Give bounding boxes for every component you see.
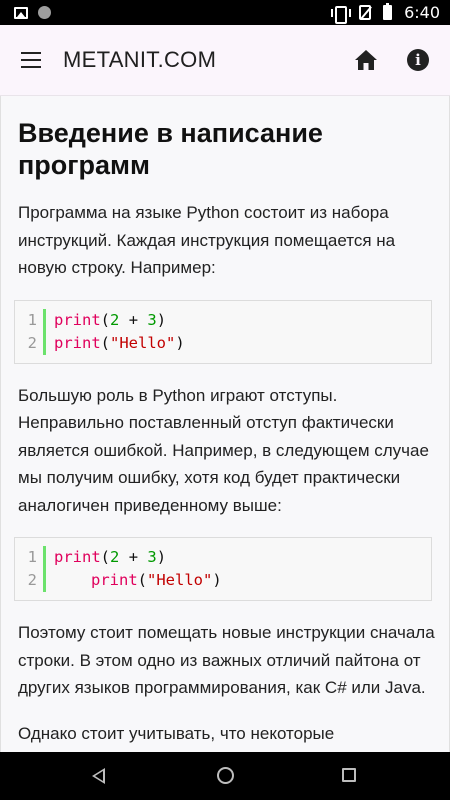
code-operator: + xyxy=(119,548,148,566)
line-number: 2 xyxy=(27,571,37,589)
code-line: 2 print("Hello") xyxy=(15,569,431,592)
code-number: 3 xyxy=(147,548,157,566)
paragraph-conclusion: Поэтому стоит помещать новые инструкции … xyxy=(18,623,435,697)
status-left xyxy=(14,6,51,19)
paragraph-indent: Большую роль в Python играют отступы. Не… xyxy=(18,385,429,515)
recent-apps-icon[interactable] xyxy=(342,768,356,782)
status-bar: 6:40 xyxy=(0,0,450,25)
no-sim-icon xyxy=(359,5,372,20)
paragraph-intro: Программа на языке Python состоит из наб… xyxy=(18,203,396,277)
page-title: Введение в написание программ xyxy=(18,118,323,180)
code-paren: ( xyxy=(100,548,111,566)
code-operator: + xyxy=(119,310,148,329)
code-line: 1 print(2 + 3) xyxy=(15,546,431,569)
content-scroll-area[interactable]: Введение в написание программ Программа … xyxy=(0,96,450,752)
gutter-bar xyxy=(43,569,46,592)
code-number: 2 xyxy=(110,310,120,329)
code-paren: ) xyxy=(212,571,222,589)
code-block-2: 1 print(2 + 3) 2 print("Hello") xyxy=(14,537,432,601)
code-keyword: print xyxy=(54,333,101,352)
code-paren: ) xyxy=(156,310,167,329)
home-circle-icon[interactable] xyxy=(217,767,234,784)
gutter-bar xyxy=(43,546,46,569)
battery-charging-icon xyxy=(383,3,393,20)
code-string: "Hello" xyxy=(147,571,213,589)
code-keyword: print xyxy=(54,310,101,329)
back-icon[interactable] xyxy=(92,768,105,784)
line-number: 1 xyxy=(27,548,37,566)
line-number: 2 xyxy=(27,333,37,352)
status-right: 6:40 xyxy=(331,3,440,24)
code-string: "Hello" xyxy=(110,333,176,352)
gutter-bar xyxy=(43,308,46,332)
gutter-bar xyxy=(43,331,46,355)
image-notification-icon xyxy=(14,6,28,19)
circle-notification-icon xyxy=(38,6,51,19)
code-keyword: print xyxy=(91,571,138,589)
code-number: 2 xyxy=(110,548,120,566)
app-title: METANIT.COM xyxy=(63,47,217,72)
code-block-1: 1 print(2 + 3) 2 print("Hello") xyxy=(14,299,432,364)
vibrate-icon xyxy=(331,5,352,24)
code-paren: ( xyxy=(100,310,111,329)
status-clock: 6:40 xyxy=(404,3,440,22)
code-paren: ) xyxy=(175,333,185,352)
code-line: 1 print(2 + 3) xyxy=(15,308,431,332)
code-number: 3 xyxy=(147,310,157,329)
paragraph-continued: Однако стоит учитывать, что некоторые xyxy=(18,723,335,743)
code-paren: ( xyxy=(137,571,148,589)
code-line: 2 print("Hello") xyxy=(15,331,431,355)
code-paren: ( xyxy=(100,333,111,352)
app-bar: METANIT.COM i xyxy=(0,25,450,96)
code-paren: ) xyxy=(156,548,167,566)
article: Введение в написание программ Программа … xyxy=(1,117,449,747)
menu-icon[interactable] xyxy=(21,52,41,68)
navigation-bar xyxy=(0,752,450,800)
home-icon[interactable] xyxy=(355,50,377,70)
info-icon[interactable]: i xyxy=(407,49,429,71)
line-number: 1 xyxy=(27,310,37,329)
code-keyword: print xyxy=(54,548,101,566)
